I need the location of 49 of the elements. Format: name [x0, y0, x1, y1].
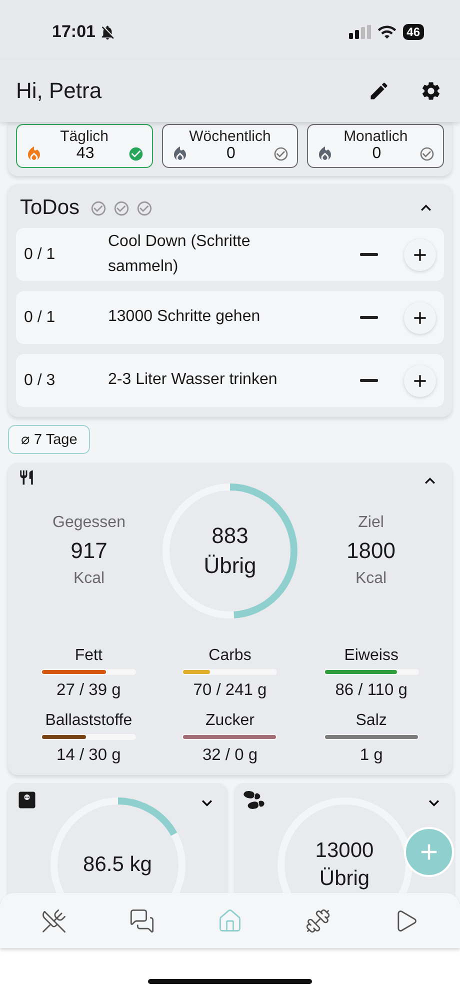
bell-off-icon	[99, 24, 116, 40]
stat-label: Gegessen	[52, 514, 126, 532]
minus-icon	[360, 316, 378, 319]
macro-name: Eiweiss	[344, 647, 398, 665]
greeting: Hi, Petra	[16, 78, 102, 104]
check-icon	[418, 146, 435, 162]
period-chip[interactable]: ⌀ 7 Tage	[8, 425, 90, 454]
battery-icon: 46	[402, 24, 424, 40]
macro-value: 14 / 30 g	[56, 746, 121, 765]
signal-icon	[348, 25, 371, 39]
ring-label: Übrig	[204, 553, 256, 579]
clock: 17:01	[52, 22, 96, 42]
todo-label: Cool Down (Schritte sammeln)	[108, 232, 252, 276]
check-icon	[273, 146, 290, 162]
macro-value: 32 / 0 g	[202, 746, 258, 765]
macro-value: 70 / 241 g	[193, 681, 267, 700]
fork-knife-icon	[18, 469, 35, 486]
stat-label: Ziel	[358, 514, 384, 532]
ring-text: Übrig	[319, 867, 370, 891]
macro-name: Salz	[356, 712, 387, 730]
macro-value: 86 / 110 g	[335, 681, 408, 700]
flame-icon	[25, 145, 43, 163]
increment-button[interactable]	[404, 238, 436, 270]
increment-button[interactable]	[404, 364, 436, 396]
todo-label: 13000 Schritte gehen	[108, 307, 262, 328]
macro-name: Zucker	[206, 712, 254, 730]
macro-name: Carbs	[208, 647, 252, 665]
scale-icon	[16, 789, 38, 811]
stat-unit: Kcal	[73, 570, 105, 588]
increment-button[interactable]	[404, 302, 436, 334]
macro-value: 1 g	[360, 746, 383, 765]
check-icon	[128, 146, 144, 162]
macro-name: Ballaststoffe	[45, 712, 132, 730]
ring-text: 86.5 kg	[83, 853, 152, 877]
macro-name: Fett	[74, 647, 102, 665]
footsteps-icon	[243, 789, 265, 811]
section-title: ToDos	[20, 196, 80, 220]
ring-value: 883	[212, 523, 248, 549]
streak-tab[interactable]: Wöchentlich 0	[162, 124, 298, 168]
stat-unit: Kcal	[355, 570, 387, 588]
streak-tab[interactable]: Monatlich 0	[307, 124, 444, 168]
todo-label: 2-3 Liter Wasser trinken	[108, 370, 278, 390]
minus-icon	[360, 379, 378, 382]
ring-text: 13000	[315, 839, 374, 863]
macro-value: 27 / 39 g	[56, 681, 121, 700]
stat-value: 1800	[346, 538, 396, 564]
minus-icon	[360, 253, 378, 256]
streak-tab[interactable]: Täglich 43	[16, 124, 153, 168]
stat-value: 917	[70, 538, 108, 564]
